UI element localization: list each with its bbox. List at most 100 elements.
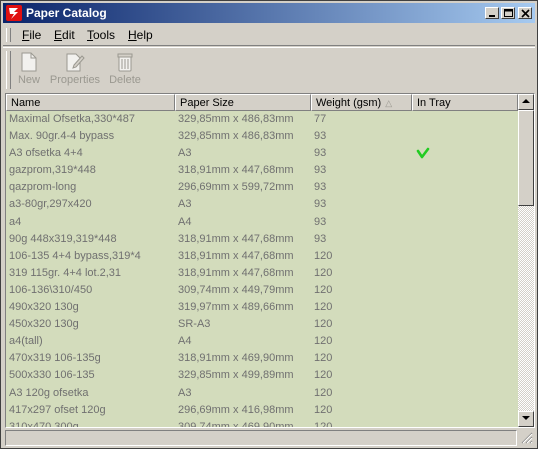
cell-paper-size: 318,91mm x 447,68mm <box>178 232 294 245</box>
table-row[interactable]: 470x319 106-135g 318,91mm x 469,90mm 120 <box>6 350 518 367</box>
cell-paper-size: 329,85mm x 486,83mm <box>178 130 294 143</box>
maximize-icon <box>504 9 513 17</box>
table-row[interactable]: 500x330 106-135 329,85mm x 499,89mm 120 <box>6 367 518 384</box>
column-size-label: Paper Size <box>180 97 234 109</box>
cell-paper-size: A3 <box>178 147 192 160</box>
cell-weight: 93 <box>314 147 327 160</box>
scroll-down-button[interactable] <box>518 411 534 427</box>
cell-paper-size: 318,91mm x 447,68mm <box>178 249 294 262</box>
paper-catalog-window: Paper Catalog File Edit Tools Help New P… <box>0 0 538 449</box>
scroll-down-icon <box>522 416 530 420</box>
table-row[interactable]: a4(tall) A4 120 <box>6 333 518 350</box>
table-row[interactable]: 90g 448x319,319*448 318,91mm x 447,68mm 93 <box>6 231 518 248</box>
cell-paper-size: 329,85mm x 486,83mm <box>178 113 294 125</box>
column-name-label: Name <box>11 97 41 109</box>
cell-name: a3-80gr,297x420 <box>9 198 92 211</box>
table-row[interactable]: Max. 90gr.4-4 bypass 329,85mm x 486,83mm 9… <box>6 128 518 145</box>
table-row[interactable]: A3 120g ofsetka A3 120 <box>6 385 518 402</box>
properties-label: Properties <box>49 74 101 86</box>
window-title: Paper Catalog <box>26 6 107 20</box>
cell-weight: 120 <box>314 352 333 365</box>
cell-name: 106-136\310/450 <box>9 283 93 296</box>
table-row[interactable]: a4 A4 93 <box>6 214 518 231</box>
menu-file[interactable]: File <box>22 28 41 42</box>
cell-paper-size: SR-A3 <box>178 318 211 331</box>
cell-paper-size: 296,69mm x 416,98mm <box>178 403 294 416</box>
cell-weight: 93 <box>314 232 327 245</box>
cell-name: a4(tall) <box>9 335 43 348</box>
table-row[interactable]: 319 115gr. 4+4 lot.2,31 318,91mm x 447,68… <box>6 265 518 282</box>
cell-paper-size: A3 <box>178 386 192 399</box>
properties-button[interactable]: Properties <box>49 52 101 86</box>
list-header: Name Paper Size Weight (gsm) △ In Tray <box>6 94 518 111</box>
app-logo-icon <box>6 5 22 21</box>
cell-paper-size: 318,91mm x 447,68mm <box>178 164 294 177</box>
cell-name: qazprom-long <box>9 181 77 194</box>
trash-icon <box>117 53 133 72</box>
list-rows: Maximal Ofsetka,330*487 329,85mm x 486,83… <box>6 111 518 428</box>
maximize-button[interactable] <box>501 7 515 19</box>
table-row[interactable]: gazprom,319*448 318,91mm x 447,68mm 93 <box>6 162 518 179</box>
cell-paper-size: 309,74mm x 469,90mm <box>178 420 294 428</box>
table-row[interactable]: 106-135 4+4 bypass,319*4 318,91mm x 447,6… <box>6 248 518 265</box>
scroll-thumb[interactable] <box>518 110 534 206</box>
resize-grip-icon[interactable] <box>521 432 533 444</box>
menu-grip <box>6 28 11 42</box>
column-header-weight[interactable]: Weight (gsm) △ <box>311 94 412 111</box>
table-row[interactable]: qazprom-long 296,69mm x 599,72mm 93 <box>6 179 518 196</box>
close-button[interactable] <box>518 7 532 19</box>
delete-button[interactable]: Delete <box>107 52 143 86</box>
table-row[interactable]: 310x470 300g 309,74mm x 469,90mm 120 <box>6 419 518 428</box>
close-icon <box>521 9 530 18</box>
title-bar[interactable]: Paper Catalog <box>3 3 535 23</box>
column-header-tray[interactable]: In Tray <box>412 94 518 111</box>
status-panel <box>5 430 517 446</box>
cell-name: 319 115gr. 4+4 lot.2,31 <box>9 266 122 279</box>
column-header-name[interactable]: Name <box>6 94 175 111</box>
menu-tools[interactable]: Tools <box>87 28 115 42</box>
column-header-size[interactable]: Paper Size <box>175 94 311 111</box>
cell-weight: 120 <box>314 266 333 279</box>
cell-name: 90g 448x319,319*448 <box>9 232 117 245</box>
cell-paper-size: 319,97mm x 489,66mm <box>178 301 294 314</box>
cell-name: 106-135 4+4 bypass,319*4 <box>9 249 141 262</box>
cell-name: gazprom,319*448 <box>9 164 96 177</box>
delete-label: Delete <box>109 74 141 86</box>
cell-weight: 93 <box>314 164 327 177</box>
cell-name: A3 ofsetka 4+4 <box>9 147 83 160</box>
table-row[interactable]: A3 ofsetka 4+4 A3 93 <box>6 145 518 162</box>
paper-list[interactable]: Name Paper Size Weight (gsm) △ In Tray Ma… <box>5 93 535 428</box>
cell-weight: 120 <box>314 369 333 382</box>
vertical-scrollbar[interactable] <box>518 94 534 427</box>
cell-weight: 120 <box>314 249 333 262</box>
cell-paper-size: 329,85mm x 499,89mm <box>178 369 294 382</box>
table-row[interactable]: 450x320 130g SR-A3 120 <box>6 316 518 333</box>
cell-paper-size: A4 <box>178 215 192 228</box>
scroll-up-button[interactable] <box>518 94 534 110</box>
cell-weight: 120 <box>314 318 333 331</box>
toolbar: New Properties Delete <box>3 47 535 92</box>
table-row[interactable]: Maximal Ofsetka,330*487 329,85mm x 486,83… <box>6 111 518 128</box>
cell-weight: 93 <box>314 215 327 228</box>
cell-name: Maximal Ofsetka,330*487 <box>9 113 135 125</box>
cell-paper-size: 296,69mm x 599,72mm <box>178 181 294 194</box>
menu-edit[interactable]: Edit <box>54 28 75 42</box>
menu-help[interactable]: Help <box>128 28 153 42</box>
column-weight-label: Weight (gsm) <box>316 97 382 109</box>
cell-name: 500x330 106-135 <box>9 369 95 382</box>
menu-bar: File Edit Tools Help <box>3 25 535 46</box>
sort-ascending-icon: △ <box>385 98 393 108</box>
table-row[interactable]: a3-80gr,297x420 A3 93 <box>6 196 518 213</box>
cell-weight: 120 <box>314 283 333 296</box>
table-row[interactable]: 106-136\310/450 309,74mm x 449,79mm 120 <box>6 282 518 299</box>
new-document-icon <box>21 52 37 72</box>
scroll-up-icon <box>522 99 530 103</box>
minimize-button[interactable] <box>485 7 499 19</box>
cell-weight: 93 <box>314 198 327 211</box>
toolbar-grip <box>6 51 11 89</box>
cell-weight: 93 <box>314 181 327 194</box>
table-row[interactable]: 490x320 130g 319,97mm x 489,66mm 120 <box>6 299 518 316</box>
new-button[interactable]: New <box>15 52 43 86</box>
cell-weight: 120 <box>314 403 333 416</box>
table-row[interactable]: 417x297 ofset 120g 296,69mm x 416,98mm 120 <box>6 402 518 419</box>
